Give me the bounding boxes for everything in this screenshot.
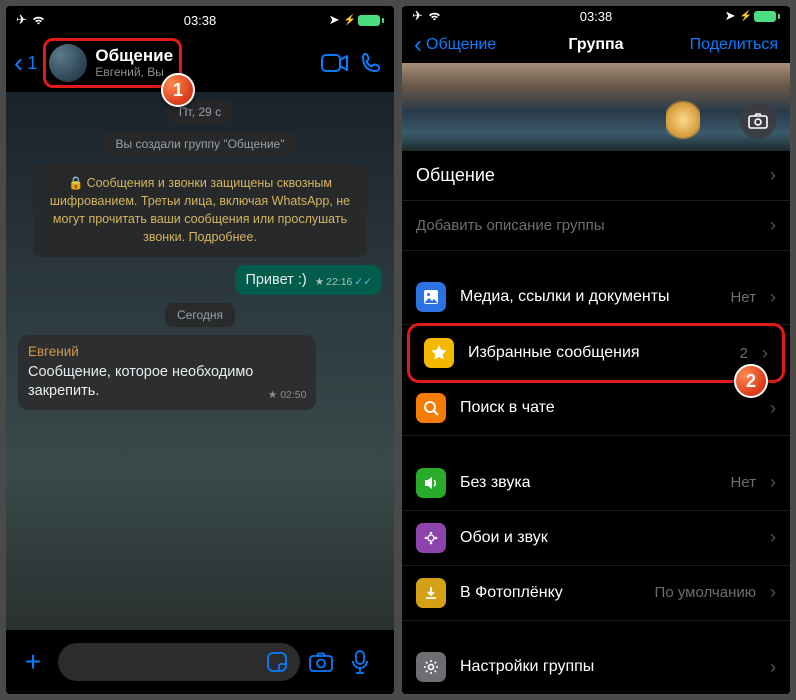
search-label: Поиск в чате <box>460 399 756 417</box>
phone-right-group-info: ✈︎ 03:38 ➤ ⚡ ‹ Общение Группа Поделиться <box>402 6 790 694</box>
step-badge-1: 1 <box>161 73 195 107</box>
group-name-row[interactable]: Общение › <box>402 151 790 201</box>
today-separator: Сегодня <box>165 303 235 327</box>
media-row[interactable]: Медиа, ссылки и документы Нет › <box>402 270 790 325</box>
save-to-photos-row[interactable]: В Фотоплёнку По умолчанию › <box>402 566 790 621</box>
step-badge-2: 2 <box>734 364 768 398</box>
chevron-right-icon: › <box>770 527 776 548</box>
chat-messages-area[interactable]: Пт, 29 с Вы создали группу "Общение" 🔒Со… <box>6 92 394 630</box>
mute-label: Без звука <box>460 474 716 492</box>
airplane-icon: ✈︎ <box>412 8 423 24</box>
gear-icon <box>416 652 446 682</box>
group-name: Общение <box>416 165 756 186</box>
chat-input-bar: + <box>6 630 394 694</box>
chat-subtitle: Евгений, Вы <box>95 66 173 80</box>
chat-title-block[interactable]: Общение Евгений, Вы <box>95 46 173 79</box>
media-label: Медиа, ссылки и документы <box>460 288 716 306</box>
battery-icon: ⚡ <box>740 11 780 22</box>
download-icon <box>416 578 446 608</box>
airplane-icon: ✈︎ <box>16 12 27 28</box>
status-time: 03:38 <box>580 9 613 24</box>
video-call-button[interactable] <box>320 48 350 78</box>
starred-highlight: Избранные сообщения 2 › 2 <box>407 323 785 383</box>
wallpaper-icon <box>416 523 446 553</box>
status-bar: ✈︎ 03:38 ➤ ⚡ <box>402 6 790 27</box>
sticker-icon[interactable] <box>266 651 288 673</box>
outgoing-message[interactable]: Привет :) ★ 22:16 ✓✓ <box>235 265 382 295</box>
media-icon <box>416 282 446 312</box>
voice-call-button[interactable] <box>356 48 386 78</box>
group-settings-label: Настройки группы <box>460 658 756 676</box>
battery-icon: ⚡ <box>344 15 384 26</box>
wallpaper-row[interactable]: Обои и звук › <box>402 511 790 566</box>
group-avatar[interactable] <box>49 44 87 82</box>
location-icon: ➤ <box>725 8 736 24</box>
group-settings-row[interactable]: Настройки группы › <box>402 640 790 694</box>
media-value: Нет <box>730 289 756 306</box>
chevron-right-icon: › <box>770 215 776 236</box>
group-photo[interactable] <box>402 63 790 151</box>
starred-messages-row[interactable]: Избранные сообщения 2 › <box>410 326 782 380</box>
location-icon: ➤ <box>329 12 340 28</box>
group-settings-section: Настройки группы › <box>402 640 790 694</box>
mute-value: Нет <box>730 474 756 491</box>
back-button[interactable]: ‹ Общение <box>414 31 496 59</box>
outgoing-time: 22:16 <box>326 276 352 288</box>
group-name-section: Общение › Добавить описание группы › <box>402 151 790 251</box>
search-chat-row[interactable]: Поиск в чате › <box>402 381 790 436</box>
wifi-icon <box>427 11 442 22</box>
back-count[interactable]: 1 <box>27 53 37 74</box>
settings-section: Без звука Нет › Обои и звук › В Фотоплён… <box>402 456 790 621</box>
chevron-right-icon: › <box>762 343 768 364</box>
add-description-row[interactable]: Добавить описание группы › <box>402 201 790 251</box>
chat-header-highlight: Общение Евгений, Вы 1 <box>43 38 182 88</box>
wifi-icon <box>31 15 46 26</box>
group-navbar: ‹ Общение Группа Поделиться <box>402 27 790 63</box>
back-label: Общение <box>426 36 496 54</box>
search-icon <box>416 393 446 423</box>
add-description-label: Добавить описание группы <box>416 217 605 234</box>
chat-title: Общение <box>95 46 173 66</box>
incoming-message[interactable]: Евгений Сообщение, которое необходимо за… <box>18 335 316 411</box>
lantern-graphic <box>666 97 700 143</box>
speaker-icon <box>416 468 446 498</box>
chat-navbar: ‹ 1 Общение Евгений, Вы 1 <box>6 34 394 92</box>
status-bar: ✈︎ 03:38 ➤ ⚡ <box>6 6 394 34</box>
chevron-right-icon: › <box>770 472 776 493</box>
starred-count: 2 <box>740 345 748 362</box>
read-receipt-icon: ✓✓ <box>354 276 372 288</box>
share-button[interactable]: Поделиться <box>690 36 778 54</box>
system-message: Вы создали группу "Общение" <box>104 132 297 156</box>
microphone-button[interactable] <box>350 649 384 675</box>
attach-button[interactable]: + <box>16 646 50 678</box>
encryption-text: Сообщения и звонки защищены сквозным шиф… <box>50 176 350 244</box>
incoming-sender: Евгений <box>28 343 306 361</box>
save-value: По умолчанию <box>655 584 756 601</box>
encryption-notice[interactable]: 🔒Сообщения и звонки защищены сквозным ши… <box>33 164 368 257</box>
incoming-text: Сообщение, которое необходимо закрепить. <box>28 364 253 400</box>
chevron-right-icon: › <box>770 657 776 678</box>
back-button[interactable]: ‹ <box>14 47 23 79</box>
incoming-time: 02:50 <box>280 389 306 401</box>
wallpaper-label: Обои и звук <box>460 529 756 547</box>
star-icon <box>424 338 454 368</box>
camera-button[interactable] <box>308 651 342 673</box>
chevron-right-icon: › <box>770 398 776 419</box>
outgoing-text: Привет :) <box>245 272 306 288</box>
mute-row[interactable]: Без звука Нет › <box>402 456 790 511</box>
star-icon: ★ <box>268 389 277 401</box>
lock-icon: 🔒 <box>68 176 84 190</box>
chevron-right-icon: › <box>770 165 776 186</box>
starred-label: Избранные сообщения <box>468 344 726 362</box>
message-input[interactable] <box>58 643 300 681</box>
save-label: В Фотоплёнку <box>460 584 641 602</box>
phone-left-chat: ✈︎ 03:38 ➤ ⚡ ‹ 1 Общение Евгений, Вы 1 <box>6 6 394 694</box>
chevron-right-icon: › <box>770 287 776 308</box>
navbar-title: Группа <box>568 36 623 54</box>
star-icon: ★ <box>315 276 324 288</box>
content-section: Медиа, ссылки и документы Нет › Избранны… <box>402 270 790 436</box>
change-photo-button[interactable] <box>740 103 776 139</box>
chevron-right-icon: › <box>770 582 776 603</box>
status-time: 03:38 <box>184 13 217 28</box>
